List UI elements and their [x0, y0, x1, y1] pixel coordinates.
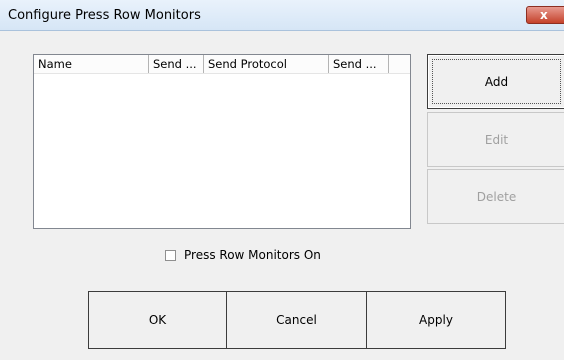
focus-rectangle — [432, 59, 561, 104]
list-header: Name Send ... Send Protocol Send ... — [34, 55, 410, 74]
cancel-button[interactable]: Cancel — [226, 291, 367, 349]
column-header-name[interactable]: Name — [34, 55, 149, 73]
delete-button[interactable]: Delete — [427, 169, 564, 224]
apply-button-label: Apply — [419, 313, 453, 327]
close-icon: x — [540, 8, 548, 22]
dialog-window: Configure Press Row Monitors x Name Send… — [0, 0, 564, 360]
add-button[interactable]: Add — [427, 54, 564, 109]
column-header-send-1[interactable]: Send ... — [149, 55, 204, 73]
press-row-monitors-toggle[interactable]: Press Row Monitors On — [165, 247, 321, 263]
list-body[interactable] — [34, 74, 410, 228]
edit-button-label: Edit — [484, 132, 509, 147]
edit-button[interactable]: Edit — [427, 112, 564, 167]
close-button[interactable]: x — [526, 6, 564, 24]
window-title: Configure Press Row Monitors — [8, 8, 201, 23]
checkbox-label: Press Row Monitors On — [184, 248, 321, 262]
cancel-button-label: Cancel — [276, 313, 317, 327]
ok-button-label: OK — [148, 313, 167, 327]
ok-button[interactable]: OK — [88, 291, 227, 349]
monitors-list[interactable]: Name Send ... Send Protocol Send ... — [33, 54, 411, 229]
press-row-monitors-checkbox[interactable] — [165, 249, 176, 261]
delete-button-label: Delete — [476, 189, 517, 204]
title-bar: Configure Press Row Monitors x — [0, 0, 564, 31]
column-header-send-protocol[interactable]: Send Protocol — [204, 55, 329, 73]
column-header-send-2[interactable]: Send ... — [329, 55, 389, 73]
apply-button[interactable]: Apply — [366, 291, 506, 349]
